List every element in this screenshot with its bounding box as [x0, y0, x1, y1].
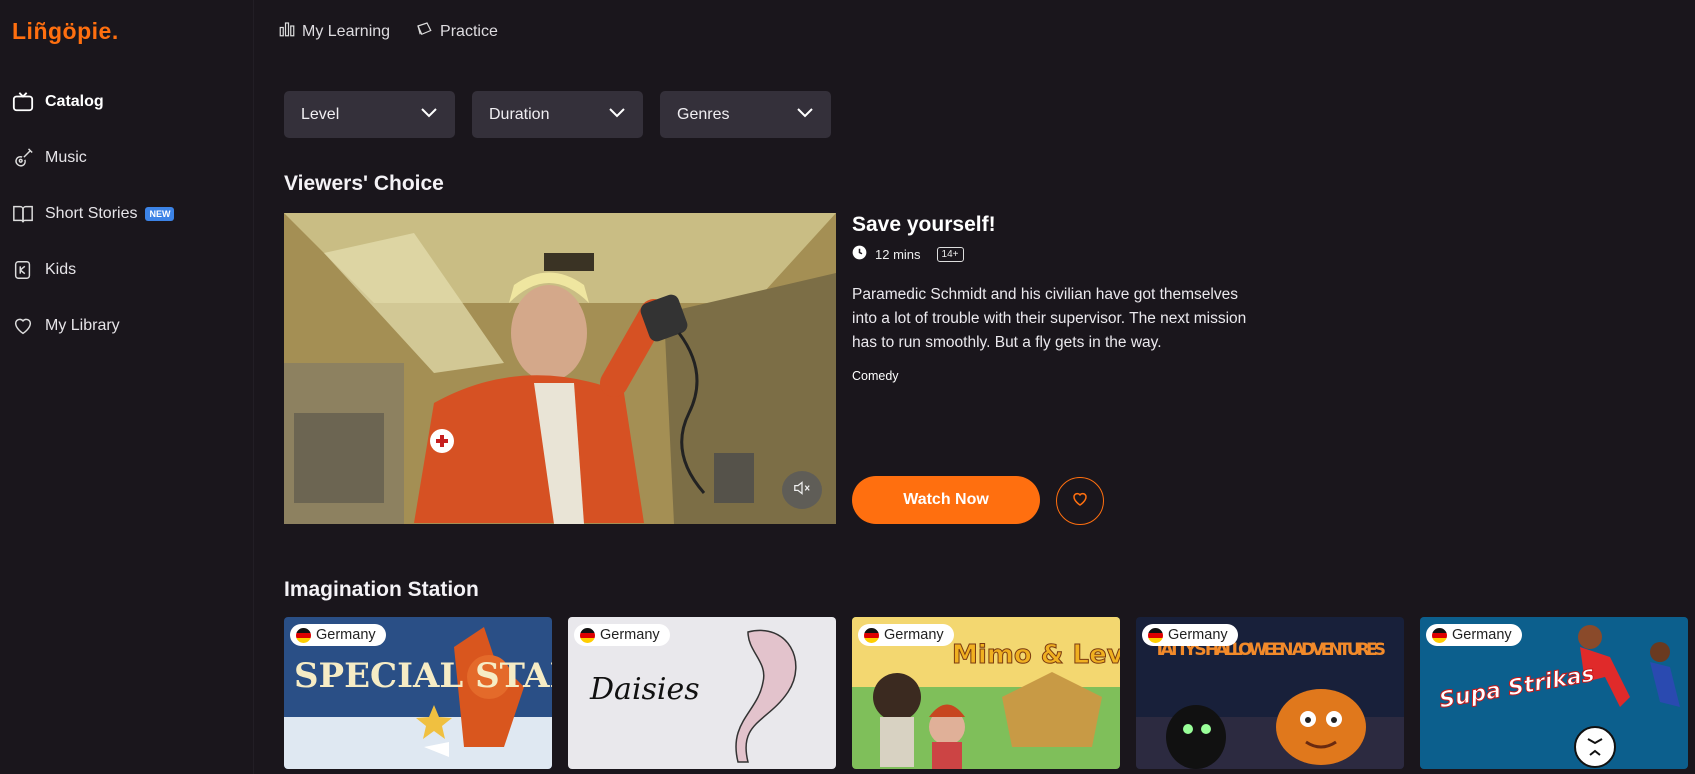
chevron-down-icon [608, 106, 626, 124]
viewers-choice-heading: Viewers' Choice [284, 172, 444, 195]
level-dropdown[interactable]: Level [284, 91, 455, 138]
sidebar-item-label: Kids [45, 261, 77, 278]
bar-chart-icon [278, 20, 296, 43]
nav-practice-label: Practice [440, 22, 498, 40]
kids-icon [11, 258, 35, 282]
country-label: Germany [1452, 627, 1512, 643]
favorite-button[interactable] [1056, 477, 1104, 525]
sidebar-item-label: Short Stories [45, 205, 138, 222]
show-card[interactable]: Daisies Germany [568, 617, 836, 769]
hero-description: Paramedic Schmidt and his civilian have … [852, 286, 1247, 351]
hero-video-frame [284, 213, 836, 524]
hero-info: Save yourself! 12 mins 14+ Paramedic Sch… [852, 213, 1272, 383]
country-badge: Germany [574, 624, 670, 646]
show-card[interactable]: TATTY'S HALLOWEEN ADVENTURES Germany [1136, 617, 1404, 769]
hero-meta: 12 mins 14+ [852, 245, 1272, 263]
card-title-art: Daisies [589, 672, 700, 707]
sidebar-item-short-stories[interactable]: Short Stories NEW [11, 199, 175, 229]
country-label: Germany [600, 627, 660, 643]
filter-bar: Level Duration Genres [284, 91, 831, 138]
new-badge: NEW [145, 207, 175, 221]
hero-video[interactable] [284, 213, 836, 524]
sidebar-item-my-library[interactable]: My Library [11, 311, 120, 341]
heart-outline-icon [1071, 490, 1089, 513]
sidebar-item-kids[interactable]: Kids [11, 255, 76, 285]
top-nav: My Learning Practice [278, 20, 498, 43]
speaker-muted-icon [792, 480, 812, 501]
tv-icon [11, 90, 35, 114]
duration-text: 12 mins [875, 246, 921, 262]
card-title-art: Mimo & Leva [952, 640, 1120, 670]
imagination-station-row: SPECIAL STAR Germany Daisies Germany Mim… [284, 617, 1688, 769]
genres-dropdown[interactable]: Genres [660, 91, 831, 138]
nav-my-learning[interactable]: My Learning [278, 20, 390, 43]
card-title-art: SPECIAL STAR [294, 656, 552, 696]
duration-dropdown[interactable]: Duration [472, 91, 643, 138]
show-card[interactable]: Supa Strikas Germany [1420, 617, 1688, 769]
country-badge: Germany [1426, 624, 1522, 646]
show-card[interactable]: SPECIAL STAR Germany [284, 617, 552, 769]
imagination-station-heading: Imagination Station [284, 578, 479, 601]
germany-flag-icon [1432, 627, 1447, 643]
level-label: Level [301, 105, 340, 123]
country-label: Germany [1168, 627, 1228, 643]
age-rating-badge: 14+ [936, 246, 964, 262]
mute-button[interactable] [782, 471, 822, 509]
nav-my-learning-label: My Learning [302, 22, 391, 40]
country-badge: Germany [290, 624, 386, 646]
nav-practice[interactable]: Practice [414, 20, 498, 43]
flashcard-icon [414, 20, 434, 43]
country-badge: Germany [1142, 624, 1238, 646]
watch-now-button[interactable]: Watch Now [852, 476, 1040, 524]
sidebar-item-label: My Library [45, 317, 120, 334]
germany-flag-icon [580, 627, 595, 643]
book-icon [11, 202, 35, 226]
heart-icon [11, 314, 35, 338]
country-label: Germany [316, 627, 376, 643]
country-label: Germany [884, 627, 944, 643]
sidebar-item-music[interactable]: Music [11, 143, 87, 173]
country-badge: Germany [858, 624, 954, 646]
chevron-down-icon [420, 106, 438, 124]
lingopie-logo[interactable]: Liñgöpie. [12, 18, 119, 45]
germany-flag-icon [864, 627, 879, 643]
hero-genre: Comedy [852, 369, 899, 383]
genres-label: Genres [677, 105, 730, 123]
sidebar-item-catalog[interactable]: Catalog [11, 87, 104, 117]
duration-label: Duration [489, 105, 550, 123]
sidebar-item-label: Catalog [45, 93, 104, 110]
germany-flag-icon [1148, 627, 1163, 643]
sidebar-item-label: Music [45, 149, 87, 166]
clock-icon [852, 245, 867, 263]
guitar-icon [11, 146, 35, 170]
show-card[interactable]: Mimo & Leva Germany [852, 617, 1120, 769]
chevron-down-icon [796, 106, 814, 124]
sidebar: Liñgöpie. Catalog Music Short Stories NE… [0, 0, 254, 774]
hero-title: Save yourself! [852, 213, 996, 236]
germany-flag-icon [296, 627, 311, 643]
